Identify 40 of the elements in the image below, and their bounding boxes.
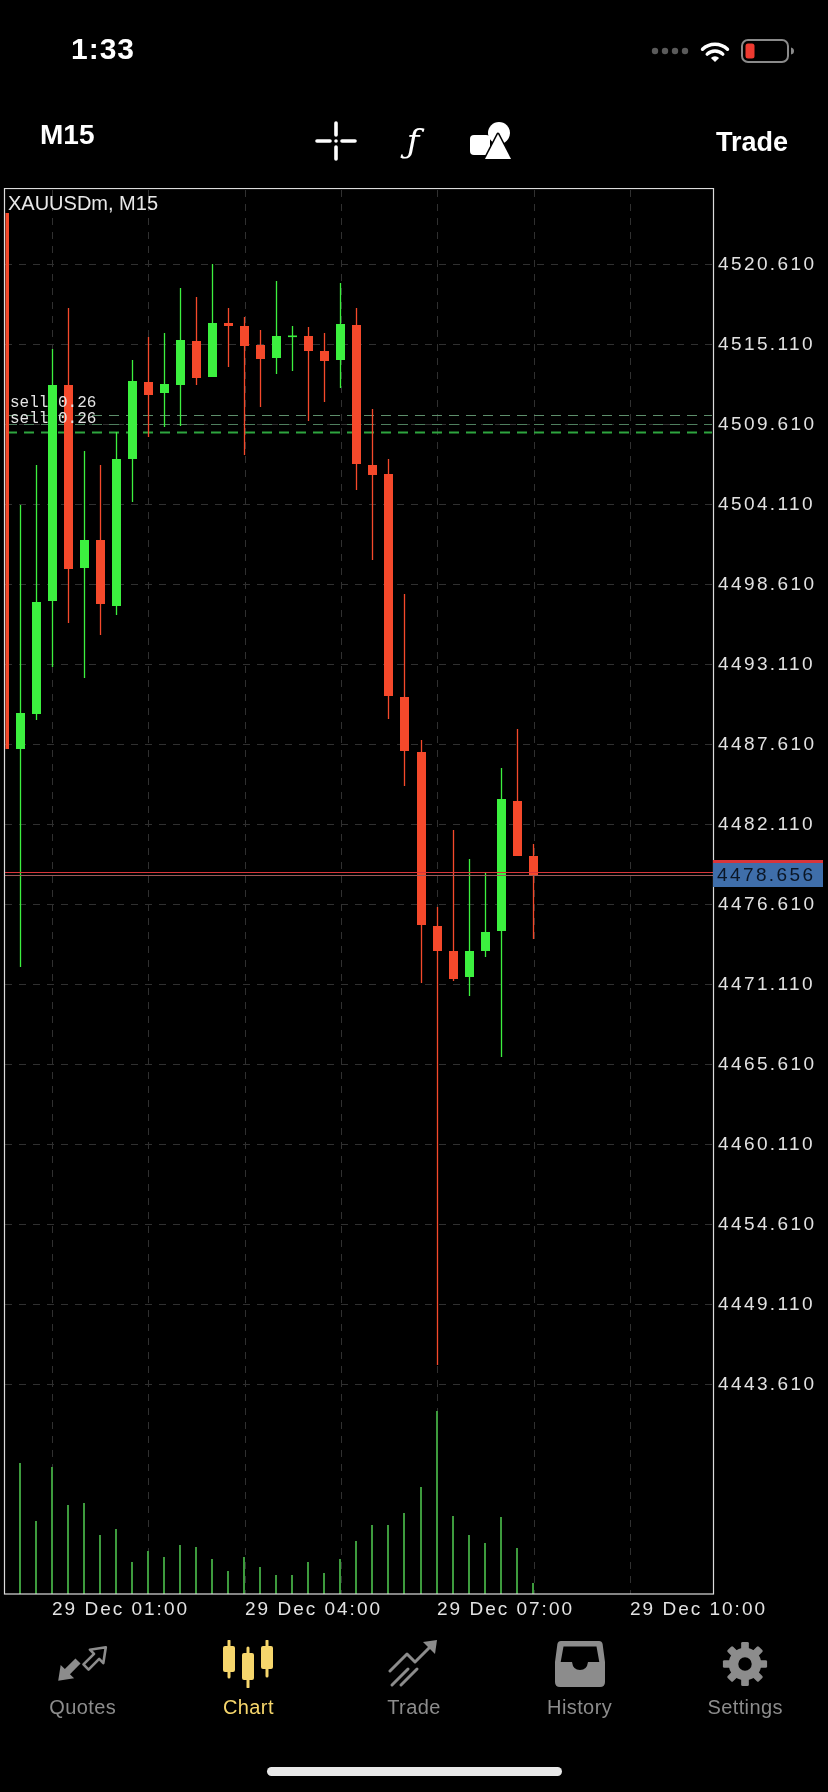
bearish-candle: [224, 307, 233, 368]
trade-button[interactable]: Trade: [715, 126, 788, 158]
status-time: 1:33: [71, 31, 136, 67]
price-axis-label: 4465.610: [718, 1053, 817, 1075]
candlestick-icon: [222, 1640, 275, 1688]
bullish-candle: [288, 325, 297, 372]
nav-tab[interactable]: Chart: [165, 1640, 332, 1730]
crosshair-icon[interactable]: [314, 121, 357, 161]
price-axis-label: 4487.610: [718, 733, 817, 755]
price-axis-label: 4454.610: [718, 1213, 817, 1235]
chart-symbol-label: XAUUSDm, M15: [8, 191, 159, 215]
price-axis-label: 4476.610: [718, 893, 817, 915]
time-axis-label: 29 Dec 04:00: [245, 1598, 383, 1620]
nav-tab[interactable]: Settings: [662, 1640, 828, 1730]
price-axis-label: 4471.110: [718, 973, 816, 995]
price-axis-label: 4515.110: [718, 333, 816, 355]
current-price-tag: 4478.656: [713, 860, 823, 887]
price-axis-label: 4493.110: [718, 653, 816, 675]
timeframe-button[interactable]: M15: [40, 119, 95, 151]
nav-tab[interactable]: Trade: [331, 1640, 497, 1730]
price-axis-label: 4460.110: [718, 1133, 816, 1155]
price-axis-label: 4443.610: [718, 1373, 817, 1395]
shapes-icon[interactable]: [469, 121, 514, 161]
price-axis-label: 4498.610: [718, 573, 817, 595]
price-axis-label: 4449.110: [718, 1293, 816, 1315]
cellular-signal-icon: [651, 47, 689, 55]
nav-tab[interactable]: History: [496, 1640, 663, 1730]
nav-tab[interactable]: Quotes: [0, 1640, 166, 1730]
price-axis-label: 4504.110: [718, 493, 816, 515]
price-axis-label: 4520.610: [718, 253, 817, 275]
time-axis-label: 29 Dec 01:00: [52, 1598, 190, 1620]
function-button[interactable]: ƒ: [400, 117, 426, 165]
time-axis-label: 29 Dec 07:00: [437, 1598, 575, 1620]
time-axis-label: 29 Dec 10:00: [630, 1598, 768, 1620]
price-axis-label: 4509.610: [718, 413, 817, 435]
battery-icon: [741, 39, 795, 63]
inbox-tray-icon: [553, 1640, 606, 1688]
price-axis-label: 4482.110: [718, 813, 816, 835]
trend-arrow-icon: [388, 1640, 440, 1688]
bearish-candle: [320, 332, 329, 403]
